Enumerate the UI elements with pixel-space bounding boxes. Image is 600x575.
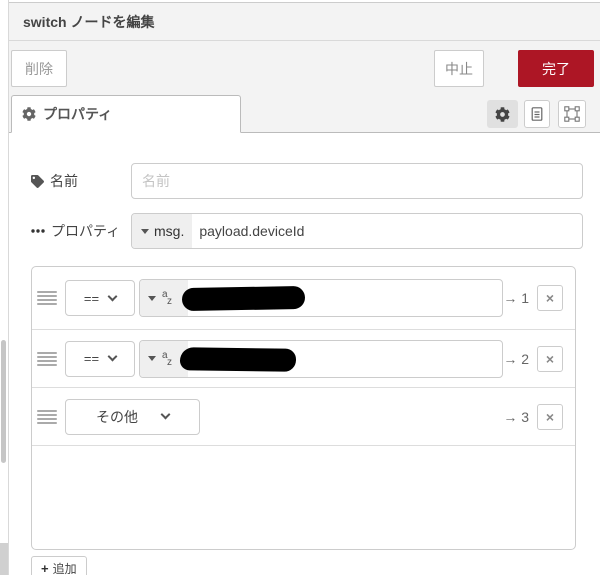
property-row: プロパティ msg. payload.deviceId	[31, 213, 583, 249]
document-icon	[529, 106, 545, 122]
plus-icon: +	[41, 560, 49, 575]
rule-3-operator-select[interactable]: その他	[65, 398, 200, 435]
rule-3-output-label: → 3	[503, 408, 529, 425]
rule-2-value-field[interactable]: az	[139, 339, 503, 378]
done-button[interactable]: 完了	[518, 50, 594, 87]
property-type-selector[interactable]: msg.	[132, 214, 193, 248]
rule-1-value-field[interactable]: az	[139, 279, 503, 317]
gear-icon	[22, 107, 36, 121]
drag-handle-icon[interactable]	[37, 351, 57, 366]
property-value[interactable]: payload.deviceId	[192, 214, 582, 248]
rule-3-operator-value: その他	[96, 408, 138, 425]
ellipsis-icon	[31, 229, 45, 233]
rule-row-3: その他 → 3 ×	[32, 387, 575, 445]
left-gutter	[0, 0, 8, 575]
tag-icon	[31, 174, 44, 188]
properties-form: 名前 プロパティ msg. payload.deviceId	[9, 163, 600, 575]
rule-1-output-label: → 1	[503, 290, 529, 306]
rule-1-remove-button[interactable]: ×	[537, 285, 563, 311]
rule-row-1: == az → 1 ×	[32, 267, 575, 329]
tab-bar: プロパティ	[9, 95, 600, 133]
property-label: プロパティ	[31, 221, 131, 241]
drag-handle-icon[interactable]	[37, 409, 57, 424]
gutter-bottom-block	[0, 543, 8, 575]
rules-container: == az → 1 × == a z → 2 × その他 → 3 ×	[31, 266, 576, 550]
description-button[interactable]	[524, 100, 550, 128]
name-input[interactable]	[131, 163, 583, 199]
rule-2-output-label: → 2	[503, 350, 529, 367]
rule-1-operator-select[interactable]: ==	[65, 280, 135, 316]
caret-down-icon	[148, 295, 156, 301]
rule-1-value-type-selector[interactable]: az	[140, 280, 188, 316]
caret-down-icon	[148, 356, 156, 361]
cancel-button[interactable]: 中止	[434, 50, 484, 87]
edit-dialog-panel: switch ノードを編集 削除 中止 完了 プロパティ 名前 名前 プロパティ…	[8, 0, 600, 575]
string-type-icon: az	[162, 349, 172, 368]
dialog-title: switch ノードを編集	[23, 13, 155, 30]
rule-row-2: == az → 2 ×	[32, 329, 575, 387]
string-type-icon: az	[162, 289, 172, 307]
tab-properties-label: プロパティ	[43, 106, 113, 122]
name-label-text: 名前	[50, 173, 78, 189]
dialog-toolbar: 削除 中止 完了	[9, 41, 600, 95]
chevron-down-icon	[107, 291, 118, 301]
redacted-value	[179, 346, 297, 372]
object-group-icon	[564, 106, 580, 122]
drag-handle-icon[interactable]	[37, 291, 57, 305]
rule-2-operator-select[interactable]: ==	[65, 340, 135, 377]
add-rule-label: 追加	[52, 561, 77, 575]
rules-empty-area	[32, 445, 575, 549]
rule-1-operator-value: ==	[83, 290, 100, 306]
properties-view-button[interactable]	[487, 100, 518, 128]
name-row: 名前	[31, 163, 583, 199]
gear-icon	[495, 106, 510, 122]
vertical-scrollbar[interactable]	[1, 340, 6, 463]
caret-down-icon	[141, 228, 149, 234]
property-prefix-label: msg.	[154, 223, 185, 239]
rule-3-remove-button[interactable]: ×	[537, 403, 563, 430]
chevron-down-icon	[160, 409, 171, 420]
delete-button[interactable]: 削除	[11, 50, 67, 87]
property-typed-input[interactable]: msg. payload.deviceId	[131, 213, 583, 249]
redacted-value	[181, 285, 306, 312]
property-label-text: プロパティ	[51, 223, 121, 239]
chevron-down-icon	[107, 351, 118, 362]
tab-properties[interactable]: プロパティ	[11, 95, 241, 133]
appearance-button[interactable]	[558, 100, 586, 128]
rule-2-remove-button[interactable]: ×	[537, 345, 563, 372]
rule-2-operator-value: ==	[83, 351, 100, 366]
name-label: 名前	[31, 171, 131, 191]
add-rule-button[interactable]: + 追加	[31, 556, 87, 575]
dialog-header: switch ノードを編集	[9, 2, 600, 41]
